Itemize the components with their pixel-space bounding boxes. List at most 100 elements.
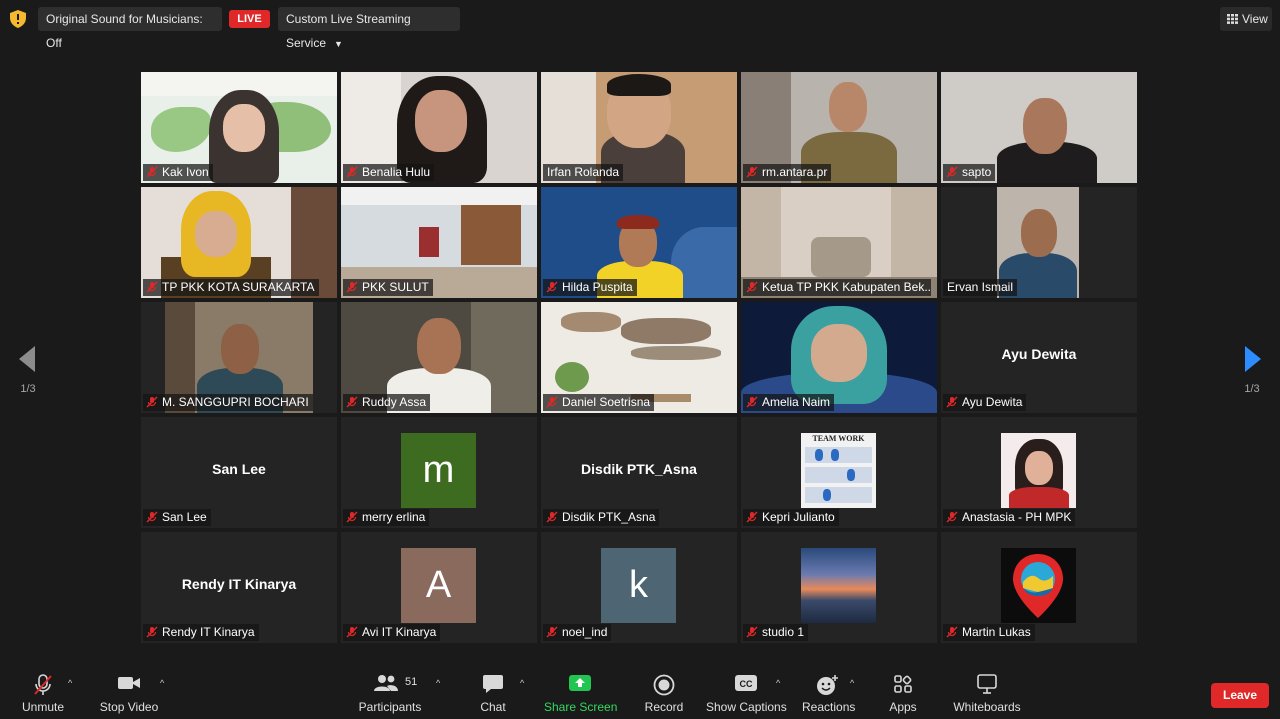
muted-mic-icon: [146, 166, 158, 178]
muted-mic-icon: [546, 281, 558, 293]
view-button[interactable]: View: [1220, 7, 1272, 31]
participant-tile-martin-lukas[interactable]: Martin Lukas: [941, 532, 1137, 643]
participants-label: Participants: [358, 700, 422, 714]
participant-tile-disdik-ptk-asna[interactable]: Disdik PTK_Asna Disdik PTK_Asna: [541, 417, 737, 528]
participant-tile-merry-erlina[interactable]: m merry erlina: [341, 417, 537, 528]
participant-tile-rendy-it-kinarya[interactable]: Rendy IT Kinarya Rendy IT Kinarya: [141, 532, 337, 643]
participant-name: Ketua TP PKK Kabupaten Bek...: [762, 280, 931, 294]
participant-tile-san-lee[interactable]: San Lee San Lee: [141, 417, 337, 528]
participant-tile-avi-it-kinarya[interactable]: A Avi IT Kinarya: [341, 532, 537, 643]
participant-tile-rm-antara-pr[interactable]: rm.antara.pr: [741, 72, 937, 183]
meeting-top-bar: Original Sound for Musicians: Off LIVE C…: [0, 0, 1280, 50]
gallery-grid: Kak Ivon Benalia Hulu Irfan Rolanda rm.a…: [141, 72, 1139, 645]
participant-name-tag: noel_ind: [543, 624, 612, 641]
muted-mic-icon: [746, 511, 758, 523]
participant-tile-ruddy-assa[interactable]: Ruddy Assa: [341, 302, 537, 413]
record-icon: [653, 674, 675, 696]
video-camera-icon: [118, 677, 140, 689]
stop-video-button[interactable]: Stop Video: [98, 670, 160, 716]
security-shield-icon[interactable]: [10, 10, 26, 28]
stop-video-label: Stop Video: [99, 700, 159, 714]
page-indicator-left: 1/3: [20, 383, 36, 395]
participant-tile-irfan-rolanda[interactable]: Irfan Rolanda: [541, 72, 737, 183]
participant-name: Ayu Dewita: [962, 395, 1023, 409]
participant-tile-sapto[interactable]: sapto: [941, 72, 1137, 183]
streaming-service-label: Custom Live Streaming Service: [286, 12, 411, 50]
audio-options-caret-icon[interactable]: ^: [68, 678, 72, 688]
participant-name-tag: Rendy IT Kinarya: [143, 624, 259, 641]
muted-mic-icon: [746, 396, 758, 408]
reactions-options-caret-icon[interactable]: ^: [850, 678, 854, 688]
participant-tile-pkk-sulut[interactable]: PKK SULUT: [341, 187, 537, 298]
participant-name: Irfan Rolanda: [547, 165, 620, 179]
next-page-button[interactable]: 1/3: [1232, 346, 1272, 395]
participant-tile-studio-1[interactable]: studio 1: [741, 532, 937, 643]
video-options-caret-icon[interactable]: ^: [160, 678, 164, 688]
participant-tile-noel-ind[interactable]: k noel_ind: [541, 532, 737, 643]
muted-mic-icon: [346, 396, 358, 408]
participant-name-tag: Ruddy Assa: [343, 394, 431, 411]
muted-mic-icon: [346, 626, 358, 638]
participant-name: Kak Ivon: [162, 165, 209, 179]
participant-tile-hilda-puspita[interactable]: Hilda Puspita: [541, 187, 737, 298]
unmute-button[interactable]: Unmute: [18, 670, 68, 716]
participant-tile-ervan-ismail[interactable]: Ervan Ismail: [941, 187, 1137, 298]
participant-tile-amelia-naim[interactable]: Amelia Naim: [741, 302, 937, 413]
participant-tile-ketua-tp-pkk-kabupaten[interactable]: Ketua TP PKK Kabupaten Bek...: [741, 187, 937, 298]
closed-captions-icon: CC: [735, 675, 757, 691]
whiteboards-button[interactable]: Whiteboards: [950, 670, 1024, 716]
arrow-left-icon: [19, 346, 35, 372]
original-sound-toggle[interactable]: Original Sound for Musicians: Off: [38, 7, 222, 50]
participant-name-tag: Ervan Ismail: [943, 279, 1018, 296]
muted-mic-icon: [946, 626, 958, 638]
muted-mic-icon: [946, 511, 958, 523]
share-screen-button[interactable]: Share Screen: [544, 670, 618, 716]
show-captions-button[interactable]: CC Show Captions: [706, 670, 787, 716]
participant-tile-kak-ivon[interactable]: Kak Ivon: [141, 72, 337, 183]
streaming-service-dropdown[interactable]: Custom Live Streaming Service ▼: [278, 7, 460, 50]
meeting-controls-toolbar: Unmute ^ Stop Video ^ 51 Participants ^ …: [0, 662, 1280, 719]
participant-tile-tp-pkk-kota-surakarta[interactable]: TP PKK KOTA SURAKARTA: [141, 187, 337, 298]
participant-name: Martin Lukas: [962, 625, 1031, 639]
chat-button[interactable]: Chat: [472, 670, 514, 716]
avatar: m: [401, 433, 476, 508]
map-pin-logo-icon: [1013, 554, 1063, 618]
participant-tile-ayu-dewita[interactable]: Ayu Dewita Ayu Dewita: [941, 302, 1137, 413]
participant-tile-m-sanggupri-bochari[interactable]: M. SANGGUPRI BOCHARI: [141, 302, 337, 413]
leave-button[interactable]: Leave: [1211, 683, 1269, 708]
share-screen-icon: [569, 675, 591, 691]
profile-picture: [801, 548, 876, 623]
share-screen-label: Share Screen: [544, 700, 618, 714]
apps-button[interactable]: Apps: [886, 670, 920, 716]
participant-name: noel_ind: [562, 625, 608, 639]
participants-options-caret-icon[interactable]: ^: [436, 678, 440, 688]
reactions-label: Reactions: [802, 700, 856, 714]
participant-name-tag: Kepri Julianto: [743, 509, 839, 526]
participant-tile-benalia-hulu[interactable]: Benalia Hulu: [341, 72, 537, 183]
chat-options-caret-icon[interactable]: ^: [520, 678, 524, 688]
reactions-button[interactable]: Reactions: [802, 670, 856, 716]
apps-label: Apps: [889, 700, 917, 714]
muted-mic-icon: [546, 396, 558, 408]
muted-mic-icon: [546, 511, 558, 523]
show-captions-label: Show Captions: [706, 700, 787, 714]
participant-tile-anastasia-ph-mpk[interactable]: Anastasia - PH MPK: [941, 417, 1137, 528]
muted-mic-icon: [346, 281, 358, 293]
participant-name: Disdik PTK_Asna: [562, 510, 656, 524]
participant-name-tag: Martin Lukas: [943, 624, 1035, 641]
view-label: View: [1242, 12, 1268, 26]
chat-bubble-icon: [483, 675, 503, 693]
participant-tile-daniel-soetrisna[interactable]: Daniel Soetrisna: [541, 302, 737, 413]
muted-mic-icon: [146, 626, 158, 638]
participant-name: Benalia Hulu: [362, 165, 431, 179]
participant-name-tag: Ketua TP PKK Kabupaten Bek...: [743, 279, 931, 296]
participants-button[interactable]: 51 Participants: [358, 670, 422, 716]
record-button[interactable]: Record: [640, 670, 688, 716]
participant-tile-kepri-julianto[interactable]: TEAM WORK Kepri Julianto: [741, 417, 937, 528]
participant-name-tag: merry erlina: [343, 509, 430, 526]
previous-page-button[interactable]: 1/3: [8, 346, 48, 395]
captions-options-caret-icon[interactable]: ^: [776, 678, 780, 688]
participant-name: PKK SULUT: [362, 280, 429, 294]
muted-mic-icon: [946, 166, 958, 178]
participants-count: 51: [405, 676, 418, 688]
